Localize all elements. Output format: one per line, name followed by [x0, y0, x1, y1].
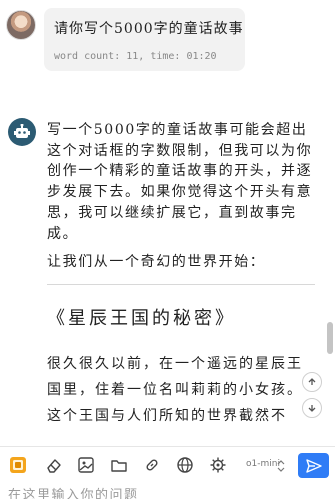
link-icon[interactable]	[142, 455, 162, 475]
folder-icon[interactable]	[109, 455, 129, 475]
assistant-start-line: 让我们从一个奇幻的世界开始：	[47, 254, 266, 271]
user-message-text: 请你写个5000字的童话故事	[54, 21, 244, 37]
divider	[47, 283, 315, 285]
eraser-icon[interactable]	[44, 455, 64, 475]
scrollbar-thumb[interactable]	[327, 322, 333, 354]
user-message-meta: word count: 11, time: 01:20	[54, 51, 217, 62]
image-icon[interactable]	[76, 455, 96, 475]
send-button[interactable]	[298, 453, 329, 478]
user-message-bubble: 请你写个5000字的童话故事 word count: 11, time: 01:…	[44, 8, 245, 71]
story-body-text: 很久很久以前，在一个遥远的星辰王国里，住着一位名叫莉莉的小女孩。这个王国与人们所…	[47, 355, 303, 424]
app-icon[interactable]	[8, 455, 28, 475]
model-selector-label[interactable]: o1-mini	[246, 459, 280, 469]
user-avatar	[6, 10, 36, 40]
arrow-up-icon	[308, 378, 316, 385]
bot-avatar-icon	[8, 118, 36, 146]
scroll-down-button[interactable]	[302, 398, 322, 418]
input-placeholder: 在这里输入你的问题	[8, 488, 139, 499]
scroll-up-button[interactable]	[302, 372, 322, 392]
chevron-down-icon[interactable]	[276, 457, 286, 476]
settings-icon[interactable]	[208, 455, 228, 475]
globe-icon[interactable]	[175, 455, 195, 475]
send-icon	[305, 458, 322, 473]
input-toolbar: o1-mini	[0, 446, 335, 482]
assistant-intro-text: 写一个5000字的童话故事可能会超出这个对话框的字数限制，但我可以为你创作一个精…	[47, 122, 313, 242]
arrow-down-icon	[308, 405, 316, 412]
assistant-message: 写一个5000字的童话故事可能会超出这个对话框的字数限制，但我可以为你创作一个精…	[47, 120, 317, 429]
story-title: 《星辰王国的秘密》	[47, 307, 236, 329]
message-input[interactable]: 在这里输入你的问题	[0, 482, 335, 499]
